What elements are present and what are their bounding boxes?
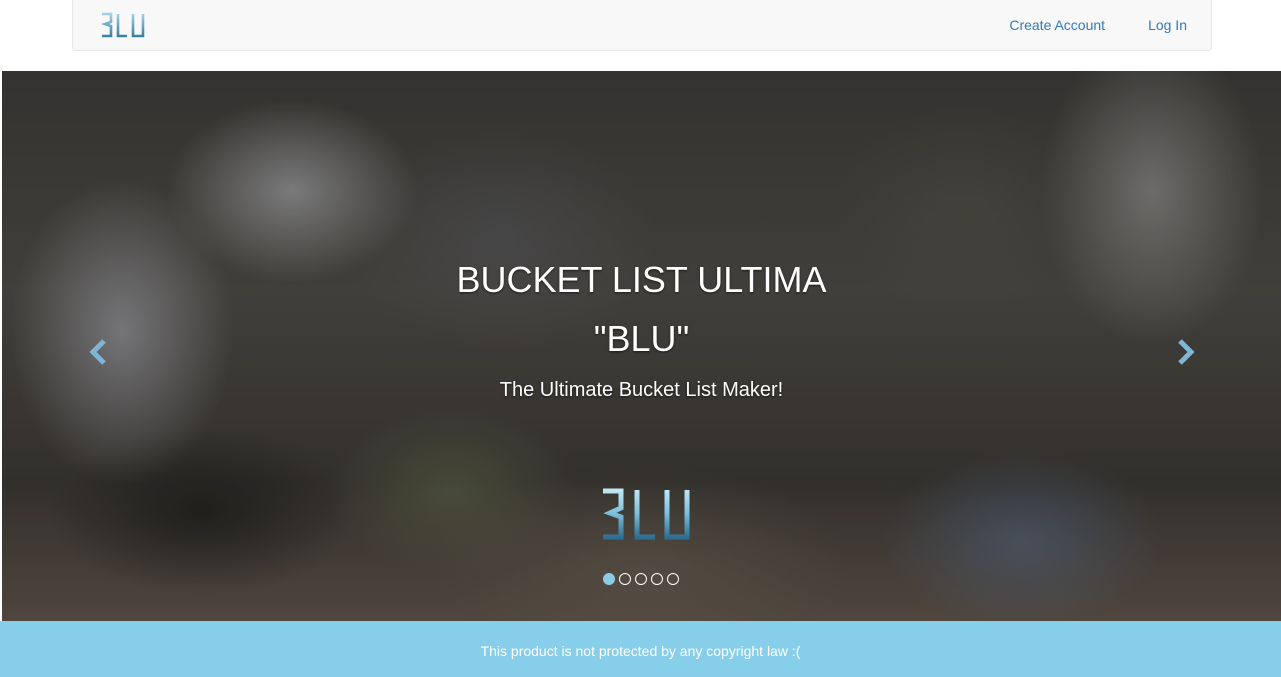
indicator-dot-2[interactable] [619, 573, 631, 585]
hero-title: BUCKET LIST ULTIMA [456, 259, 827, 300]
chevron-right-icon [1178, 339, 1195, 365]
nav-links: Create Account Log In [1009, 0, 1211, 50]
hero-subtitle: The Ultimate Bucket List Maker! [499, 379, 784, 401]
carousel-prev-button[interactable] [84, 337, 114, 367]
create-account-link[interactable]: Create Account [1009, 17, 1105, 33]
hero-logo [603, 488, 690, 540]
top-navbar: Create Account Log In [72, 0, 1212, 51]
footer-text: This product is not protected by any cop… [480, 643, 801, 659]
carousel-next-button[interactable] [1170, 337, 1200, 367]
hero-title-abbrev: "BLU" [593, 318, 690, 359]
indicator-dot-5[interactable] [667, 573, 679, 585]
page: Create Account Log In BUCKET LIST ULTIMA… [0, 0, 1281, 677]
carousel-indicators [603, 573, 683, 585]
indicator-dot-4[interactable] [651, 573, 663, 585]
site-footer: This product is not protected by any cop… [0, 621, 1281, 677]
indicator-dot-1[interactable] [603, 573, 615, 585]
log-in-link[interactable]: Log In [1148, 17, 1187, 33]
chevron-left-icon [89, 339, 106, 365]
indicator-dot-3[interactable] [635, 573, 647, 585]
brand-logo[interactable] [99, 10, 147, 40]
hero-carousel: BUCKET LIST ULTIMA "BLU" The Ultimate Bu… [2, 71, 1281, 621]
